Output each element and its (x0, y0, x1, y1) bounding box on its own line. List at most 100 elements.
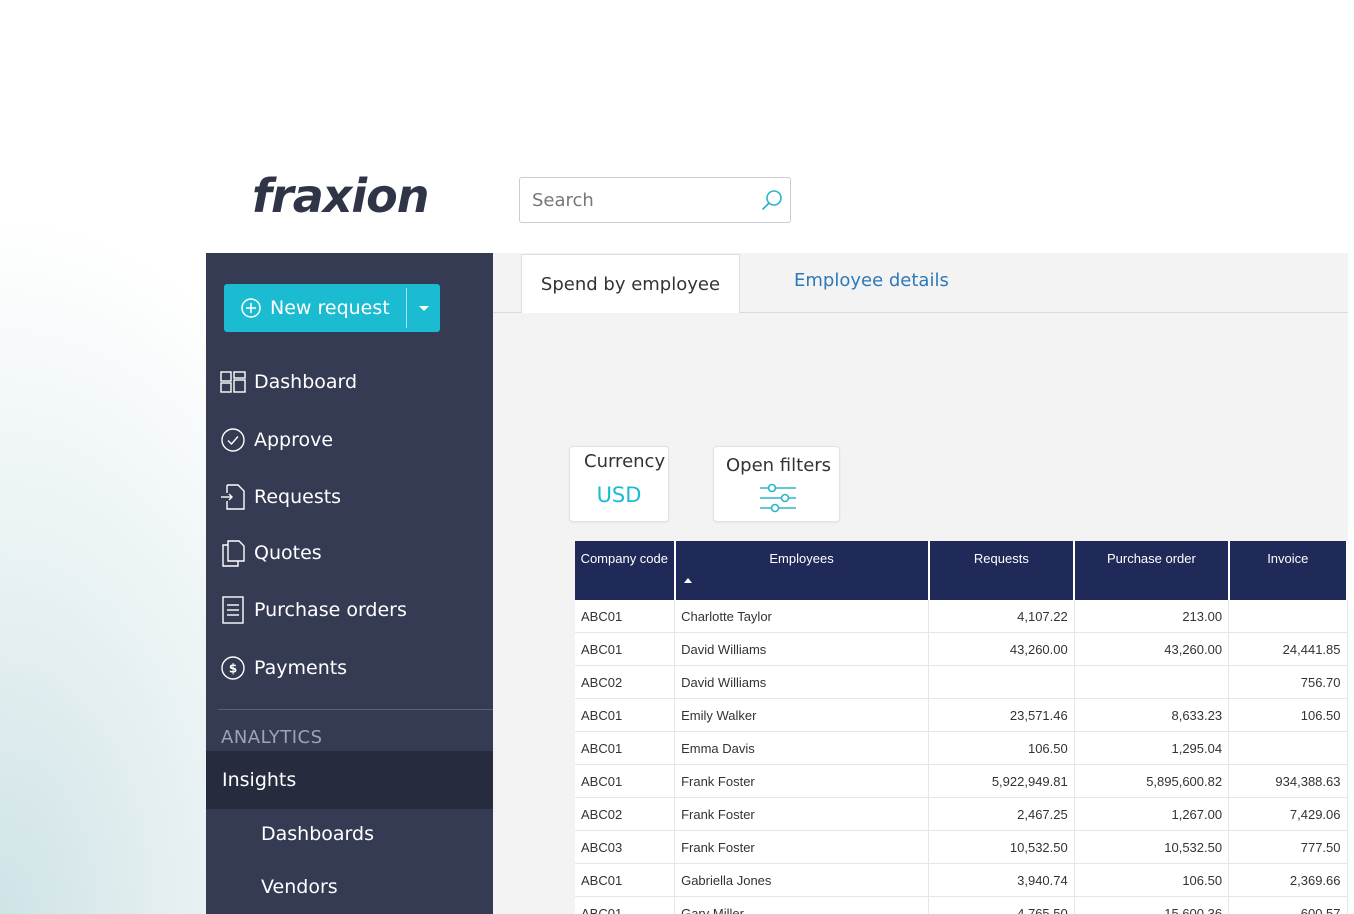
new-request-button[interactable]: New request (224, 284, 406, 332)
table-cell: 10,532.50 (1074, 830, 1230, 864)
table-cell: 2,369.66 (1228, 863, 1348, 897)
table-cell (1074, 665, 1230, 699)
open-filters-button[interactable]: Open filters (713, 446, 840, 522)
dollar-circle-icon: $ (220, 655, 246, 681)
table-row[interactable]: ABC01 David Williams 43,260.00 43,260.00 24,… (575, 632, 1348, 666)
sidebar-subitem-vendors[interactable]: Vendors (261, 876, 338, 898)
table-cell: ABC02 (575, 665, 676, 699)
table-row[interactable]: ABC03 Frank Foster 10,532.50 10,532.50 777.5… (575, 830, 1348, 864)
table-cell: 934,388.63 (1228, 764, 1348, 798)
new-request-button-group: New request (224, 284, 440, 332)
search-input[interactable] (532, 188, 752, 212)
table-cell: 43,260.00 (1074, 632, 1230, 666)
table-row[interactable]: ABC01 Frank Foster 5,922,949.81 5,895,600.8… (575, 764, 1348, 798)
column-header-company-code[interactable]: Company code (575, 541, 676, 600)
sidebar-item-insights[interactable]: Insights (206, 751, 493, 809)
table-cell: ABC01 (575, 698, 676, 732)
spend-table: Company code Employees Requests Purchase… (575, 541, 1348, 914)
table-cell: 106.50 (1074, 863, 1230, 897)
table-row[interactable]: ABC02 Frank Foster 2,467.25 1,267.00 7,429.0… (575, 797, 1348, 831)
table-cell: ABC01 (575, 632, 676, 666)
column-header-employees[interactable]: Employees (674, 541, 930, 600)
analytics-section-label: ANALYTICS (221, 727, 323, 748)
sidebar-item-dashboard[interactable]: Dashboard (206, 362, 493, 402)
table-cell: 1,295.04 (1074, 731, 1230, 765)
chevron-down-icon (418, 305, 429, 311)
table-row[interactable]: ABC01 Emily Walker 23,571.46 8,633.23 106.50 (575, 698, 1348, 732)
tab-employee-details[interactable]: Employee details (794, 270, 949, 291)
sidebar-item-label: Quotes (254, 542, 322, 564)
table-cell: 2,467.25 (928, 797, 1075, 831)
column-header-requests[interactable]: Requests (928, 541, 1076, 600)
sidebar-item-requests[interactable]: Requests (206, 477, 493, 517)
table-cell: 24,441.85 (1228, 632, 1348, 666)
table-row[interactable]: ABC01 Gary Miller 4,765.50 15,600.36 600.57 (575, 896, 1348, 914)
spend-table-container: Company code Employees Requests Purchase… (575, 541, 1348, 914)
main-content: Spend by employee Employee details Curre… (493, 253, 1348, 914)
currency-title: Currency (584, 451, 666, 472)
table-row[interactable]: ABC01 Emma Davis 106.50 1,295.04 (575, 731, 1348, 765)
column-header-invoice[interactable]: Invoice (1228, 541, 1348, 600)
table-cell: Gabriella Jones (674, 863, 930, 897)
sidebar-item-payments[interactable]: $ Payments (206, 648, 493, 688)
table-cell: Frank Foster (674, 830, 930, 864)
sidebar-item-approve[interactable]: Approve (206, 420, 493, 460)
sort-ascending-icon (683, 578, 692, 583)
table-cell: 106.50 (1228, 698, 1348, 732)
search-icon[interactable] (760, 189, 784, 213)
table-header-row: Company code Employees Requests Purchase… (575, 541, 1348, 600)
currency-value: USD (596, 483, 642, 507)
request-doc-icon (220, 484, 246, 510)
table-cell: 1,267.00 (1074, 797, 1230, 831)
column-header-purchase-order[interactable]: Purchase order (1074, 541, 1230, 600)
new-request-dropdown-button[interactable] (407, 284, 440, 332)
table-cell: David Williams (674, 665, 930, 699)
table-cell: ABC02 (575, 797, 676, 831)
table-cell: David Williams (674, 632, 930, 666)
purchase-order-icon (220, 596, 246, 624)
column-header-label: Employees (769, 551, 834, 566)
table-cell: Frank Foster (674, 797, 930, 831)
table-cell: 5,895,600.82 (1074, 764, 1230, 798)
table-cell: Emma Davis (674, 731, 930, 765)
table-cell (1228, 600, 1348, 633)
table-cell (1228, 731, 1348, 765)
table-cell: Emily Walker (674, 698, 930, 732)
column-header-label: Invoice (1267, 551, 1309, 566)
sidebar: New request Dashboard Approve Requests Q… (206, 253, 493, 914)
sidebar-item-purchase-orders[interactable]: Purchase orders (206, 590, 493, 630)
new-request-label: New request (270, 297, 390, 319)
table-cell: Frank Foster (674, 764, 930, 798)
table-row[interactable]: ABC02 David Williams 756.70 (575, 665, 1348, 699)
svg-text:$: $ (229, 662, 237, 676)
search-box[interactable] (519, 177, 791, 223)
check-circle-icon (220, 427, 246, 453)
table-cell: ABC03 (575, 830, 676, 864)
currency-card[interactable]: Currency USD (569, 446, 669, 522)
table-cell: 106.50 (928, 731, 1075, 765)
table-cell: ABC01 (575, 731, 676, 765)
tab-bar: Spend by employee Employee details (493, 253, 1348, 313)
sidebar-item-label: Dashboard (254, 371, 358, 393)
table-cell: 756.70 (1228, 665, 1348, 699)
table-cell (928, 665, 1075, 699)
column-header-label: Purchase order (1106, 551, 1196, 566)
table-cell: Charlotte Taylor (674, 600, 930, 633)
sidebar-item-label: Requests (254, 486, 342, 508)
column-header-label: Company code (580, 551, 669, 566)
sidebar-divider (218, 709, 493, 710)
sidebar-item-label: Approve (254, 429, 334, 451)
sidebar-item-quotes[interactable]: Quotes (206, 533, 493, 573)
table-cell: ABC01 (575, 863, 676, 897)
sidebar-item-label: Insights (222, 769, 297, 791)
table-row[interactable]: ABC01 Charlotte Taylor 4,107.22 213.00 (575, 600, 1348, 633)
quotes-icon (220, 540, 246, 567)
filter-sliders-icon (760, 483, 796, 513)
tab-spend-by-employee[interactable]: Spend by employee (521, 254, 740, 313)
sidebar-subitem-dashboards[interactable]: Dashboards (261, 823, 374, 845)
table-row[interactable]: ABC01 Gabriella Jones 3,940.74 106.50 2,369.… (575, 863, 1348, 897)
table-cell: 10,532.50 (928, 830, 1075, 864)
column-header-label: Requests (973, 551, 1029, 566)
sidebar-item-label: Purchase orders (254, 599, 407, 621)
table-cell: 4,765.50 (928, 896, 1075, 914)
